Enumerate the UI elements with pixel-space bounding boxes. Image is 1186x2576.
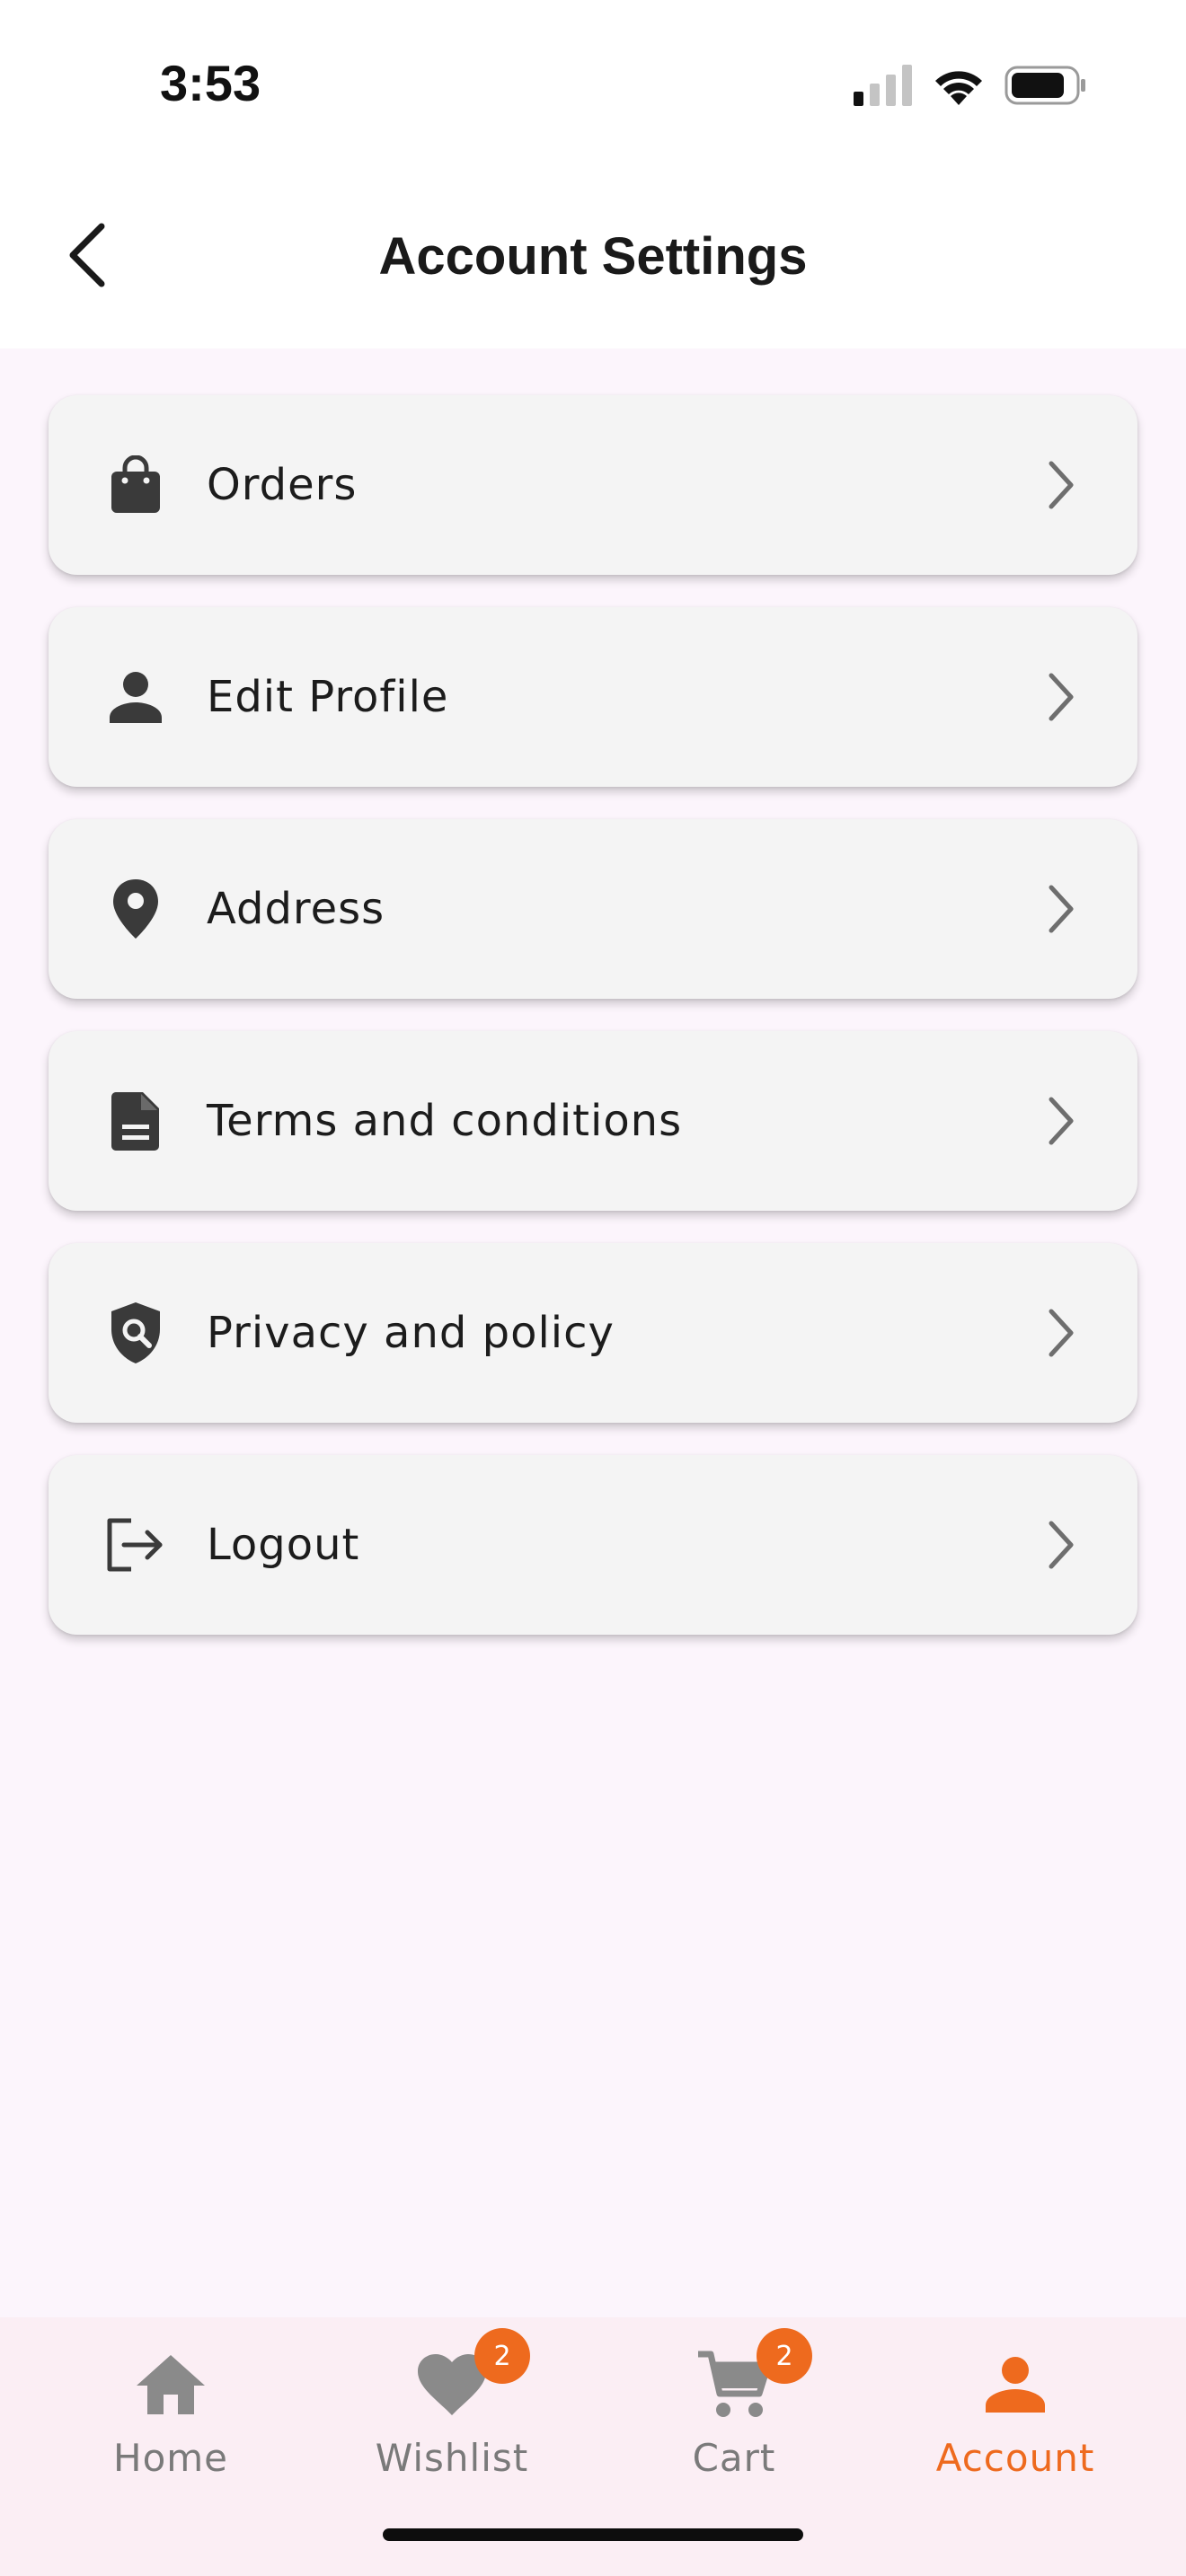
menu-item-logout[interactable]: Logout bbox=[49, 1455, 1137, 1635]
cellular-signal-icon bbox=[854, 65, 912, 106]
cart-icon: 2 bbox=[694, 2328, 812, 2425]
nav-label: Home bbox=[112, 2436, 229, 2480]
menu-item-edit-profile[interactable]: Edit Profile bbox=[49, 607, 1137, 787]
chevron-right-icon bbox=[1039, 882, 1084, 936]
status-bar: 3:53 bbox=[0, 0, 1186, 171]
menu-item-privacy[interactable]: Privacy and policy bbox=[49, 1243, 1137, 1423]
menu-item-terms[interactable]: Terms and conditions bbox=[49, 1031, 1137, 1211]
document-icon bbox=[104, 1090, 167, 1152]
app-header: Account Settings bbox=[0, 171, 1186, 348]
privacy-shield-icon bbox=[104, 1301, 167, 1364]
nav-item-cart[interactable]: 2 Cart bbox=[626, 2328, 842, 2506]
logout-icon bbox=[104, 1513, 167, 1576]
nav-label: Cart bbox=[692, 2436, 776, 2480]
heart-icon: 2 bbox=[412, 2328, 530, 2425]
menu-item-label: Privacy and policy bbox=[207, 1308, 615, 1358]
nav-item-account[interactable]: Account bbox=[907, 2344, 1123, 2506]
status-icons bbox=[854, 65, 1087, 106]
person-icon bbox=[104, 666, 167, 728]
home-indicator bbox=[383, 2528, 803, 2541]
cart-badge: 2 bbox=[757, 2328, 812, 2384]
menu-item-label: Terms and conditions bbox=[207, 1096, 683, 1146]
shopping-bag-icon bbox=[104, 454, 167, 516]
nav-item-wishlist[interactable]: 2 Wishlist bbox=[344, 2328, 560, 2506]
battery-icon bbox=[1005, 66, 1085, 105]
chevron-right-icon bbox=[1039, 1094, 1084, 1148]
home-icon bbox=[130, 2344, 211, 2425]
wishlist-badge: 2 bbox=[474, 2328, 530, 2384]
settings-menu: Orders Edit Profile Address Terms and co… bbox=[49, 395, 1137, 1667]
menu-item-label: Logout bbox=[207, 1520, 360, 1570]
menu-item-address[interactable]: Address bbox=[49, 819, 1137, 999]
chevron-right-icon bbox=[1039, 458, 1084, 512]
menu-item-label: Orders bbox=[207, 460, 358, 510]
account-settings-screen: 3:53 Account Settings Orders Edit Profil… bbox=[0, 0, 1186, 2576]
page-title: Account Settings bbox=[378, 227, 808, 286]
nav-label: Wishlist bbox=[375, 2436, 529, 2480]
menu-item-label: Address bbox=[207, 884, 385, 934]
nav-label: Account bbox=[935, 2436, 1095, 2480]
menu-item-orders[interactable]: Orders bbox=[49, 395, 1137, 575]
account-icon bbox=[975, 2344, 1056, 2425]
chevron-right-icon bbox=[1039, 1306, 1084, 1360]
wifi-icon bbox=[935, 71, 982, 105]
nav-item-home[interactable]: Home bbox=[63, 2344, 279, 2506]
chevron-right-icon bbox=[1039, 1518, 1084, 1572]
location-pin-icon bbox=[104, 878, 167, 940]
status-time: 3:53 bbox=[160, 55, 261, 111]
menu-item-label: Edit Profile bbox=[207, 672, 449, 722]
chevron-right-icon bbox=[1039, 670, 1084, 724]
